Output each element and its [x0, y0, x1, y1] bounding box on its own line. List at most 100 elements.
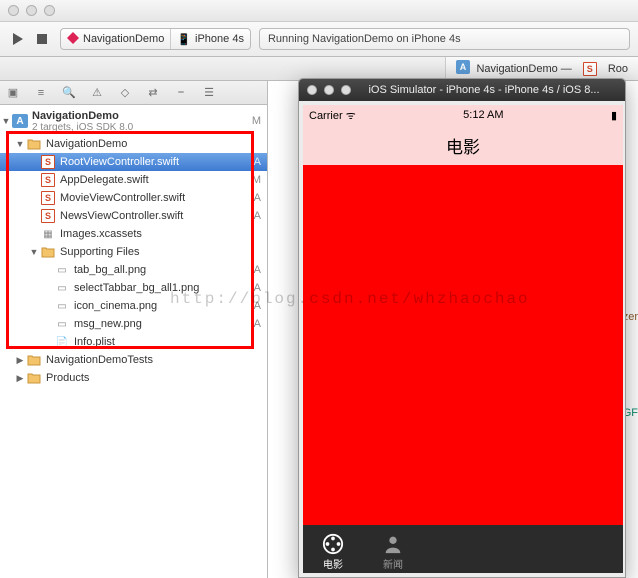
tree-row[interactable]: ▦ Images.xcassets [0, 225, 267, 243]
nav-test-icon[interactable]: ◇ [118, 86, 132, 99]
tree-row[interactable]: ▶ NavigationDemoTests [0, 351, 267, 369]
nav-issue-icon[interactable]: ⚠ [90, 86, 104, 99]
nav-project-icon[interactable]: ▣ [6, 86, 20, 99]
tree-row-label: Info.plist [74, 336, 247, 348]
status-time: 5:12 AM [463, 109, 503, 121]
tree-row-label: NavigationDemo [46, 138, 247, 150]
tree-row[interactable]: NewsViewController.swiftA [0, 207, 267, 225]
xcode-file-icon: A [456, 60, 470, 77]
tree-row[interactable]: ▼ NavigationDemo [0, 135, 267, 153]
nav-report-icon[interactable]: ☰ [202, 86, 216, 99]
run-button[interactable] [8, 29, 28, 49]
folder-icon [26, 371, 42, 385]
scheme-target-label: NavigationDemo [83, 33, 164, 45]
tree-row[interactable]: ▭selectTabbar_bg_all1.pngA [0, 279, 267, 297]
svg-text:A: A [460, 62, 467, 72]
disclosure-triangle[interactable]: ▶ [14, 355, 26, 366]
tree-row[interactable]: RootViewController.swiftA [0, 153, 267, 171]
swift-file-icon [40, 173, 56, 187]
tree-row[interactable]: MovieViewController.swiftA [0, 189, 267, 207]
tab-movie-label: 电影 [323, 556, 343, 571]
tree-row-label: Images.xcassets [60, 228, 247, 240]
sim-min-dot[interactable] [324, 85, 334, 95]
sim-zoom-dot[interactable] [341, 85, 351, 95]
tab-news-label: 新闻 [383, 556, 403, 571]
tree-project-root[interactable]: ▼ A NavigationDemo 2 targets, iOS SDK 8.… [0, 107, 267, 135]
image-file-icon: ▭ [54, 299, 70, 313]
project-navigator: ▣ ≡ 🔍 ⚠ ◇ ⇄ ⎯ ☰ ▼ A NavigationDemo 2 tar… [0, 81, 268, 578]
person-icon [382, 533, 404, 555]
tree-row-label: icon_cinema.png [74, 300, 247, 312]
tree-row-label: NavigationDemoTests [46, 354, 247, 366]
swift-file-icon [582, 62, 602, 76]
battery-icon: ▮ [611, 109, 617, 122]
nav-symbol-icon[interactable]: ≡ [34, 87, 48, 99]
close-dot[interactable] [8, 5, 19, 16]
tab-news[interactable]: 新闻 [363, 533, 423, 573]
main-toolbar: NavigationDemo 📱 iPhone 4s Running Navig… [0, 22, 638, 57]
tree-row-label: selectTabbar_bg_all1.png [74, 282, 247, 294]
disclosure-triangle[interactable]: ▼ [28, 247, 40, 257]
nav-title: 电影 [446, 133, 480, 158]
file-tab[interactable]: A NavigationDemo — Roo [445, 57, 638, 80]
tab-bar[interactable]: 电影 新闻 [303, 525, 623, 573]
scm-status: A [247, 318, 261, 330]
tree-row-label: msg_new.png [74, 318, 247, 330]
tree-row[interactable]: AppDelegate.swiftM [0, 171, 267, 189]
tree-row[interactable]: ▼Supporting Files [0, 243, 267, 261]
navigator-selector[interactable]: ▣ ≡ 🔍 ⚠ ◇ ⇄ ⎯ ☰ [0, 81, 267, 105]
tree-row-label: NewsViewController.swift [60, 210, 247, 222]
scm-status: A [247, 264, 261, 276]
stop-button[interactable] [32, 29, 52, 49]
image-file-icon: ▭ [54, 317, 70, 331]
tree-row[interactable]: ▭tab_bg_all.pngA [0, 261, 267, 279]
swift-file-icon [40, 209, 56, 223]
tree-row-label: tab_bg_all.png [74, 264, 247, 276]
scm-status: A [247, 192, 261, 204]
tab-movie[interactable]: 电影 [303, 533, 363, 573]
film-reel-icon [322, 533, 344, 555]
nav-search-icon[interactable]: 🔍 [62, 86, 76, 99]
folder-icon [26, 137, 42, 151]
target-icon [67, 32, 79, 47]
nav-debug-icon[interactable]: ⇄ [146, 86, 160, 99]
traffic-lights [8, 5, 55, 16]
disclosure-triangle[interactable]: ▼ [14, 139, 26, 149]
scheme-selector[interactable]: NavigationDemo 📱 iPhone 4s [60, 28, 251, 50]
activity-status: Running NavigationDemo on iPhone 4s [259, 28, 630, 50]
project-root-label: NavigationDemo 2 targets, iOS SDK 8.0 [32, 110, 247, 133]
scm-status: A [247, 282, 261, 294]
project-icon: A [12, 114, 28, 128]
folder-icon [26, 353, 42, 367]
status-bar: Carrier ᯤ 5:12 AM ▮ [303, 105, 623, 125]
file-tab-label: NavigationDemo — [476, 63, 571, 75]
tree-row-label: AppDelegate.swift [60, 174, 247, 186]
device-icon: 📱 [177, 33, 191, 46]
content-view[interactable] [303, 165, 623, 525]
tree-row[interactable]: 📄 Info.plist [0, 333, 267, 351]
zoom-dot[interactable] [44, 5, 55, 16]
tree-row[interactable]: ▭ msg_new.pngA [0, 315, 267, 333]
nav-breakpoint-icon[interactable]: ⎯ [174, 86, 188, 99]
tree-row[interactable]: ▶ Products [0, 369, 267, 387]
swift-file-icon [40, 191, 56, 205]
tree-row[interactable]: ▭icon_cinema.pngA [0, 297, 267, 315]
project-tree[interactable]: ▼ A NavigationDemo 2 targets, iOS SDK 8.… [0, 105, 267, 578]
assets-icon: ▦ [40, 227, 56, 241]
scm-status: M [247, 174, 261, 186]
sim-close-dot[interactable] [307, 85, 317, 95]
scm-status: A [247, 156, 261, 168]
file-tab-suffix: Roo [608, 63, 628, 75]
tree-row-label: Products [46, 372, 247, 384]
disclosure-triangle[interactable]: ▶ [14, 373, 26, 384]
simulator-screen[interactable]: Carrier ᯤ 5:12 AM ▮ 电影 电影 新闻 [303, 105, 623, 573]
scm-status: A [247, 210, 261, 222]
minimize-dot[interactable] [26, 5, 37, 16]
ios-simulator-window[interactable]: iOS Simulator - iPhone 4s - iPhone 4s / … [298, 78, 626, 578]
wifi-icon: ᯤ [346, 110, 356, 122]
swift-file-icon [40, 155, 56, 169]
tree-row-label: MovieViewController.swift [60, 192, 247, 204]
tree-row-label: RootViewController.swift [60, 156, 247, 168]
plist-file-icon: 📄 [54, 335, 70, 349]
simulator-titlebar[interactable]: iOS Simulator - iPhone 4s - iPhone 4s / … [299, 79, 625, 101]
